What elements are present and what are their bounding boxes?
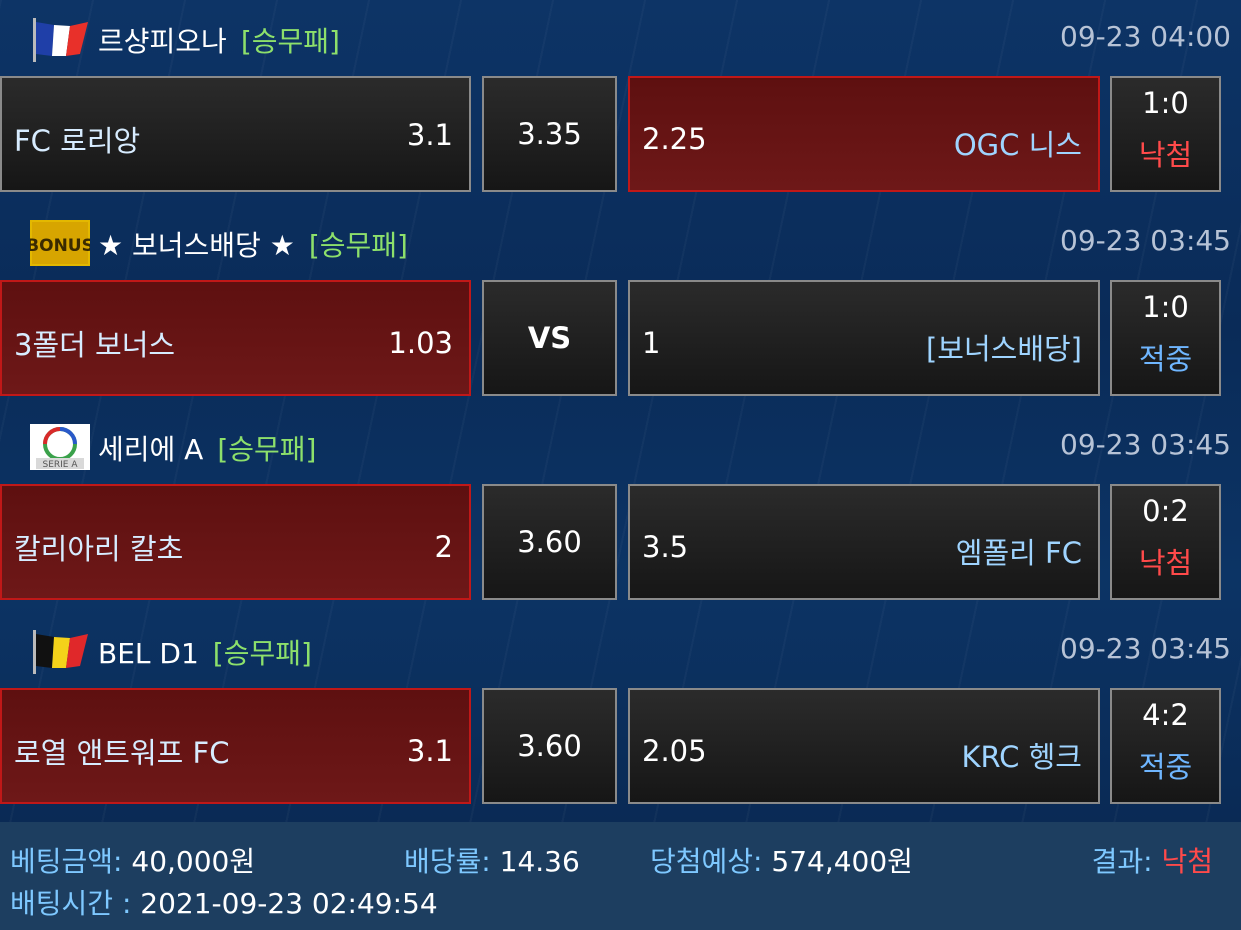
league-header: SERIE A 세리에 A [승무패] 09-23 03:45 [0, 408, 1241, 480]
away-odds: 2.25 [642, 122, 707, 156]
away-odds: 3.5 [642, 530, 689, 564]
bet-amount: 베팅금액: 40,000원 [10, 840, 255, 880]
away-option[interactable]: 2.05 KRC 헹크 [628, 688, 1100, 804]
away-option[interactable]: 2.25 OGC 니스 [628, 76, 1100, 192]
odds-label: 배당률: [404, 845, 491, 878]
result-box: 4:2 적중 [1110, 688, 1221, 804]
home-odds: 3.1 [406, 118, 453, 152]
away-team: [보너스배당] [925, 332, 1082, 366]
home-team: 3폴더 보너스 [14, 328, 176, 362]
match-row: SERIE A 세리에 A [승무패] 09-23 03:45 칼리아리 칼초 2… [0, 408, 1241, 612]
result-label: 결과: [1091, 845, 1153, 878]
home-option[interactable]: 3폴더 보너스 1.03 [0, 280, 471, 396]
away-option[interactable]: 1 [보너스배당] [628, 280, 1100, 396]
away-team: OGC 니스 [953, 128, 1082, 162]
home-team: 로열 앤트워프 FC [14, 736, 230, 770]
match-time: 09-23 03:45 [1060, 428, 1231, 461]
home-team: FC 로리앙 [14, 124, 141, 158]
serie-a-icon: SERIE A [30, 424, 90, 470]
svg-text:SERIE A: SERIE A [42, 460, 78, 470]
home-option[interactable]: 로열 앤트워프 FC 3.1 [0, 688, 471, 804]
score: 1:0 [1142, 86, 1189, 120]
away-option[interactable]: 3.5 엠폴리 FC [628, 484, 1100, 600]
score: 1:0 [1142, 290, 1189, 324]
result-box: 1:0 낙첨 [1110, 76, 1221, 192]
result-status: 적중 [1138, 750, 1193, 784]
home-option[interactable]: FC 로리앙 3.1 [0, 76, 471, 192]
bonus-icon: BONUS [30, 220, 90, 266]
bet-time: 배팅시간 : 2021-09-23 02:49:54 [10, 882, 438, 922]
odds-value: 14.36 [499, 845, 580, 878]
bet-time-value: 2021-09-23 02:49:54 [140, 887, 438, 920]
france-flag-icon [33, 18, 88, 62]
match-time: 09-23 04:00 [1060, 20, 1231, 53]
league-title: BEL D1 [승무패] [98, 632, 312, 672]
match-row: BEL D1 [승무패] 09-23 03:45 로열 앤트워프 FC 3.1 3… [0, 612, 1241, 816]
draw-option[interactable]: VS [482, 280, 617, 396]
home-odds: 2 [434, 530, 453, 564]
league-name: ★ 보너스배당 ★ [98, 229, 295, 262]
result-value: 낙첨 [1161, 845, 1213, 878]
league-title: 르샹피오나 [승무패] [98, 20, 340, 60]
match-time: 09-23 03:45 [1060, 632, 1231, 665]
result-status: 낙첨 [1138, 546, 1193, 580]
away-odds: 1 [642, 326, 661, 360]
league-title: 세리에 A [승무패] [98, 428, 316, 468]
league-name: 르샹피오나 [98, 25, 227, 58]
match-row: BONUS ★ 보너스배당 ★ [승무패] 09-23 03:45 3폴더 보너스… [0, 204, 1241, 408]
result-box: 1:0 적중 [1110, 280, 1221, 396]
svg-text:BONUS: BONUS [30, 236, 90, 256]
bet-summary: 베팅금액: 40,000원 배당률: 14.36 당첨예상: 574,400원 … [0, 822, 1241, 930]
league-header: 르샹피오나 [승무패] 09-23 04:00 [0, 0, 1241, 72]
home-odds: 1.03 [388, 326, 453, 360]
expected-value: 574,400원 [771, 845, 913, 878]
bet-amount-label: 베팅금액: [10, 845, 123, 878]
score: 0:2 [1142, 494, 1189, 528]
score: 4:2 [1142, 698, 1189, 732]
league-name: BEL D1 [98, 637, 199, 670]
draw-option[interactable]: 3.60 [482, 484, 617, 600]
draw-option[interactable]: 3.60 [482, 688, 617, 804]
bet-type: [승무패] [308, 229, 408, 262]
belgium-flag-icon [33, 630, 88, 674]
home-option[interactable]: 칼리아리 칼초 2 [0, 484, 471, 600]
result: 결과: 낙첨 [1092, 840, 1213, 880]
expected-label: 당첨예상: [650, 845, 763, 878]
league-title: ★ 보너스배당 ★ [승무패] [98, 224, 408, 264]
home-team: 칼리아리 칼초 [14, 532, 184, 566]
draw-option[interactable]: 3.35 [482, 76, 617, 192]
match-row: 르샹피오나 [승무패] 09-23 04:00 FC 로리앙 3.1 3.35 2… [0, 0, 1241, 204]
league-name: 세리에 A [98, 433, 204, 466]
bet-amount-value: 40,000원 [131, 845, 256, 878]
away-odds: 2.05 [642, 734, 707, 768]
result-box: 0:2 낙첨 [1110, 484, 1221, 600]
match-time: 09-23 03:45 [1060, 224, 1231, 257]
result-status: 적중 [1138, 342, 1193, 376]
bet-type: [승무패] [240, 25, 340, 58]
bet-type: [승무패] [212, 637, 312, 670]
away-team: 엠폴리 FC [955, 536, 1082, 570]
home-odds: 3.1 [406, 734, 453, 768]
expected-win: 당첨예상: 574,400원 [650, 840, 913, 880]
total-odds: 배당률: 14.36 [404, 840, 580, 880]
away-team: KRC 헹크 [961, 740, 1082, 774]
bet-type: [승무패] [217, 433, 317, 466]
bet-time-label: 배팅시간 : [10, 887, 132, 920]
league-header: BEL D1 [승무패] 09-23 03:45 [0, 612, 1241, 684]
league-header: BONUS ★ 보너스배당 ★ [승무패] 09-23 03:45 [0, 204, 1241, 276]
result-status: 낙첨 [1138, 138, 1193, 172]
